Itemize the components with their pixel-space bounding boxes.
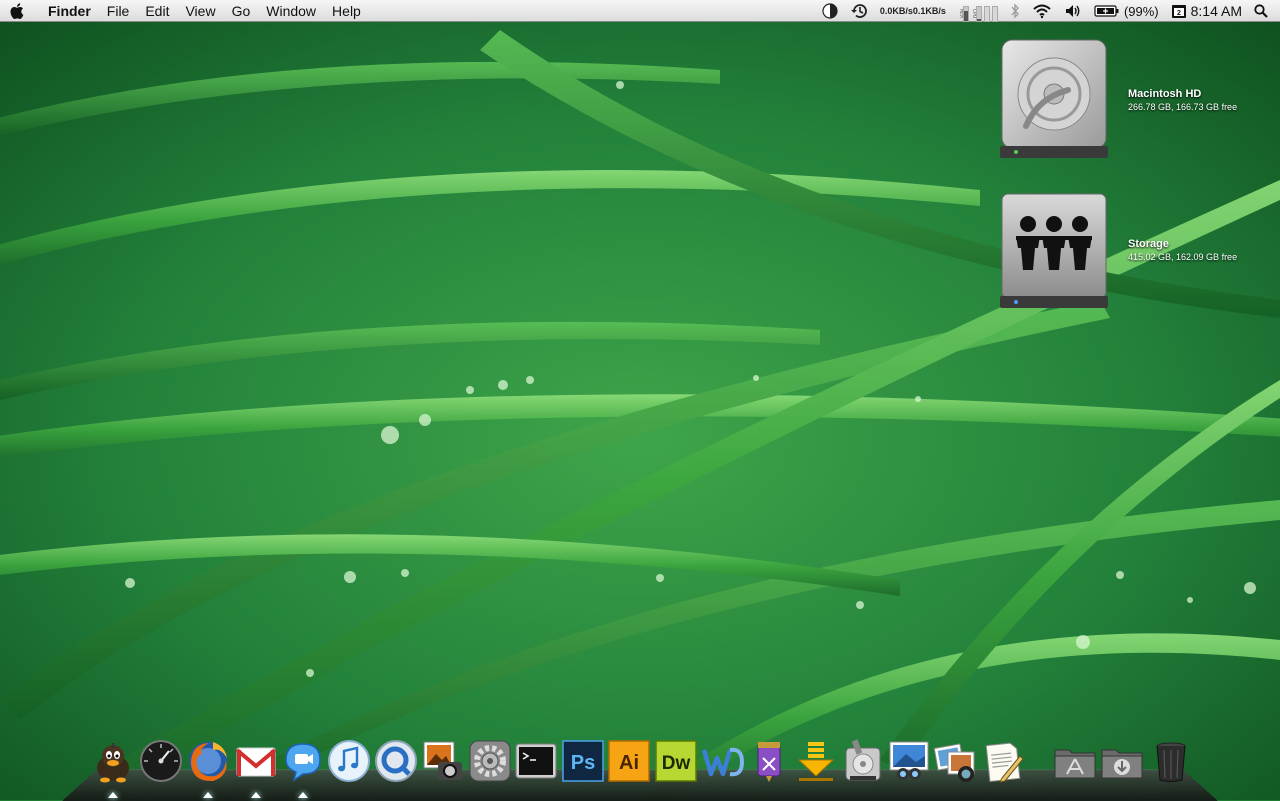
menu-app-finder[interactable]: Finder — [40, 0, 99, 22]
menu-view[interactable]: View — [177, 0, 223, 22]
system-meters[interactable]: MEM CPU — [958, 0, 998, 22]
applications-folder-icon — [1052, 738, 1098, 784]
menu-clock: 8:14 AM — [1191, 3, 1242, 19]
time-machine-icon[interactable] — [850, 0, 868, 22]
menu-edit[interactable]: Edit — [137, 0, 177, 22]
trash-icon — [1148, 738, 1194, 784]
menu-file[interactable]: File — [99, 0, 138, 22]
dock-item-app-pencil[interactable] — [746, 738, 792, 784]
dock-item-dreamweaver[interactable]: Dw — [653, 738, 699, 784]
dock-item-preview[interactable] — [886, 738, 932, 784]
shared-drive-icon — [998, 188, 1110, 312]
apple-logo-icon — [10, 3, 24, 19]
dreamweaver-icon: Dw — [653, 738, 699, 784]
disk-utility-icon — [840, 738, 886, 784]
drive-name: Storage — [1128, 238, 1237, 250]
dock-item-photoshop[interactable]: Ps — [560, 738, 606, 784]
dock-item-downloads-app[interactable] — [793, 738, 839, 784]
dock-item-textedit[interactable] — [980, 738, 1026, 784]
dock-item-image-capture[interactable] — [420, 738, 466, 784]
illustrator-icon: Ai — [606, 738, 652, 784]
quicktime-icon — [373, 738, 419, 784]
spotlight-search-icon[interactable] — [1254, 0, 1268, 22]
duck-icon — [90, 738, 136, 784]
calendar-clock[interactable]: 2 8:14 AM — [1171, 0, 1242, 22]
gmail-icon — [233, 738, 279, 784]
system-preferences-icon — [467, 738, 513, 784]
dock-item-dashboard[interactable] — [138, 738, 184, 784]
dock-item-quicktime[interactable] — [373, 738, 419, 784]
textedit-icon — [980, 738, 1026, 784]
drive-info: 415.02 GB, 162.09 GB free — [1128, 252, 1237, 262]
image-capture-icon — [420, 738, 466, 784]
battery-status[interactable]: (99%) — [1094, 0, 1159, 22]
running-indicator — [203, 792, 213, 798]
network-monitor[interactable]: 0.0KB/s 0.1KB/s — [880, 0, 946, 22]
menu-bar: Finder File Edit View Go Window Help 0.0… — [0, 0, 1280, 22]
hard-drive-icon — [998, 38, 1110, 162]
ichat-icon — [280, 738, 326, 784]
network-download-rate: 0.1KB/s — [913, 7, 946, 16]
drive-label: Macintosh HD 266.78 GB, 166.73 GB free — [1128, 88, 1237, 112]
download-arrow-icon — [793, 738, 839, 784]
apple-menu[interactable] — [10, 3, 40, 19]
volume-icon[interactable] — [1064, 0, 1082, 22]
dock-item-disk-utility[interactable] — [840, 738, 886, 784]
dock-item-trash[interactable] — [1148, 738, 1194, 784]
photoshop-label: Ps — [571, 752, 595, 774]
menu-window[interactable]: Window — [258, 0, 324, 22]
menu-extras: 0.0KB/s 0.1KB/s MEM CPU (99%) 2 8:14 AM — [816, 0, 1280, 22]
running-indicator — [251, 792, 261, 798]
calendar-day: 2 — [1177, 10, 1181, 17]
battery-percent: (99%) — [1124, 4, 1159, 19]
drive-name: Macintosh HD — [1128, 88, 1237, 100]
network-upload-rate: 0.0KB/s — [880, 7, 913, 16]
wifi-icon[interactable] — [1032, 0, 1052, 22]
dock-item-applications-folder[interactable] — [1052, 738, 1098, 784]
dock-item-gmail[interactable] — [233, 738, 279, 784]
calendar-icon: 2 — [1171, 3, 1187, 19]
dock-item-word[interactable] — [700, 738, 746, 784]
preview-icon — [886, 738, 932, 784]
memory-meter: MEM — [958, 6, 969, 22]
drive-info: 266.78 GB, 166.73 GB free — [1128, 102, 1237, 112]
desktop-icon-storage[interactable]: Storage 415.02 GB, 162.09 GB free — [998, 188, 1237, 312]
pencil-app-icon — [746, 738, 792, 784]
pie-status-icon[interactable] — [822, 0, 838, 22]
dock-item-itunes[interactable] — [326, 738, 372, 784]
dock-item-system-preferences[interactable] — [467, 738, 513, 784]
desktop-icon-macintosh-hd[interactable]: Macintosh HD 266.78 GB, 166.73 GB free — [998, 38, 1237, 162]
bluetooth-icon[interactable] — [1010, 0, 1020, 22]
dashboard-icon — [138, 738, 184, 784]
drive-label: Storage 415.02 GB, 162.09 GB free — [1128, 238, 1237, 262]
dreamweaver-label: Dw — [662, 753, 691, 774]
dock: Ps Ai Dw — [90, 738, 1200, 800]
cpu-meter: CPU — [971, 6, 982, 22]
menu-help[interactable]: Help — [324, 0, 369, 22]
running-indicator — [108, 792, 118, 798]
dock-item-adium[interactable] — [90, 738, 136, 784]
iphoto-icon — [933, 738, 979, 784]
battery-icon — [1094, 4, 1120, 18]
dock-item-downloads-folder[interactable] — [1099, 738, 1145, 784]
dock-item-firefox[interactable] — [185, 738, 231, 784]
photoshop-icon: Ps — [560, 738, 606, 784]
dock-item-terminal[interactable] — [513, 738, 559, 784]
illustrator-label: Ai — [619, 752, 639, 774]
firefox-icon — [185, 738, 231, 784]
dock-item-iphoto[interactable] — [933, 738, 979, 784]
itunes-icon — [326, 738, 372, 784]
terminal-icon — [513, 738, 559, 784]
dock-item-ichat[interactable] — [280, 738, 326, 784]
dock-item-illustrator[interactable]: Ai — [606, 738, 652, 784]
word-icon — [700, 738, 746, 784]
running-indicator — [298, 792, 308, 798]
menu-go[interactable]: Go — [224, 0, 259, 22]
downloads-folder-icon — [1099, 738, 1145, 784]
